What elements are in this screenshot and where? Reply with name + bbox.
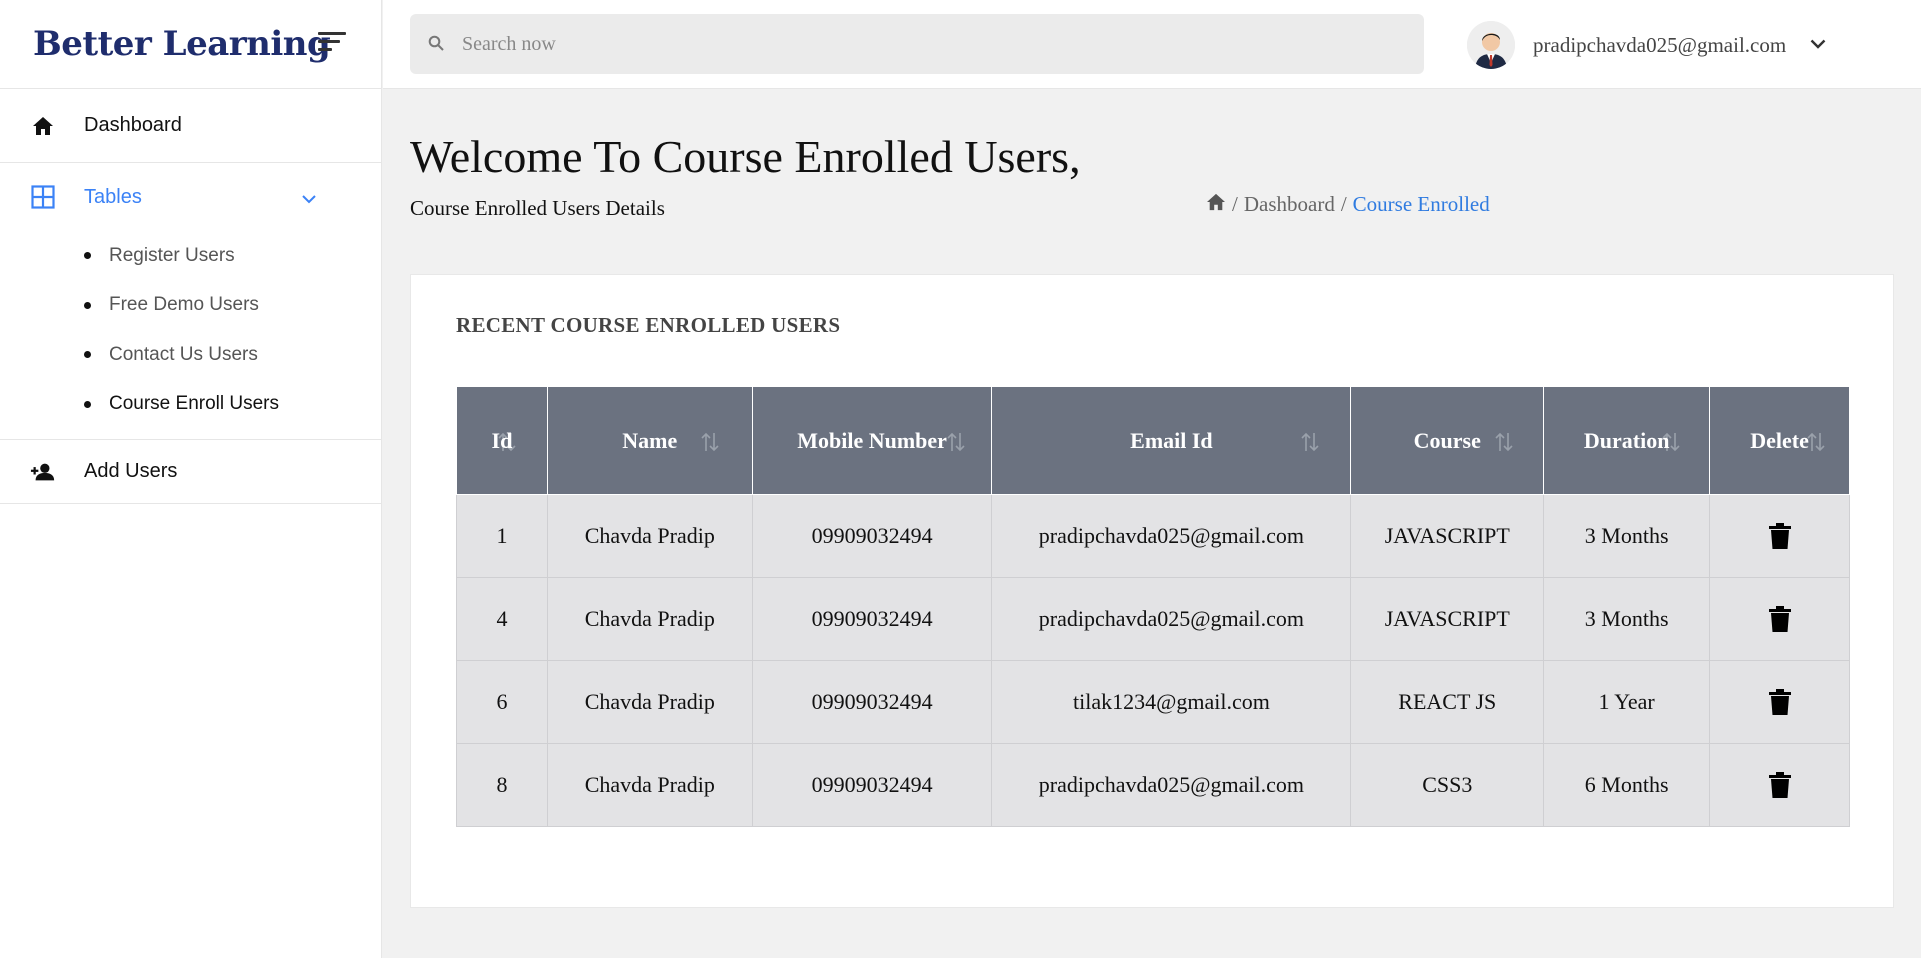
column-header-name[interactable]: Name xyxy=(546,386,753,495)
chevron-down-icon[interactable] xyxy=(302,187,316,210)
sort-icon[interactable] xyxy=(700,431,720,453)
cell-name: Chavda Pradip xyxy=(546,577,753,661)
sort-icon[interactable] xyxy=(1806,431,1826,453)
trash-icon[interactable] xyxy=(1768,771,1792,799)
cell-duration: 1 Year xyxy=(1543,660,1711,744)
table-row: 6 Chavda Pradip 09909032494 tilak1234@gm… xyxy=(456,660,1850,744)
cell-mobile: 09909032494 xyxy=(751,660,993,744)
cell-course: CSS3 xyxy=(1350,743,1545,827)
cell-duration: 3 Months xyxy=(1543,577,1711,661)
menu-toggle-icon[interactable] xyxy=(318,30,346,52)
sidebar-item-label: Free Demo Users xyxy=(109,294,259,316)
bullet-icon xyxy=(84,351,91,359)
sidebar-item-label: Dashboard xyxy=(84,114,182,136)
cell-id: 6 xyxy=(456,660,548,744)
trash-icon[interactable] xyxy=(1768,522,1792,550)
cell-delete xyxy=(1709,494,1850,578)
search-box[interactable] xyxy=(410,14,1424,74)
cell-mobile: 09909032494 xyxy=(751,494,993,578)
cell-course: JAVASCRIPT xyxy=(1350,494,1545,578)
sort-icon[interactable] xyxy=(946,431,966,453)
column-header-course[interactable]: Course xyxy=(1350,386,1545,495)
column-header-mobile[interactable]: Mobile Number xyxy=(751,386,993,495)
sidebar-item-tables[interactable]: Tables xyxy=(0,163,381,231)
breadcrumb-separator: / xyxy=(1340,192,1347,216)
column-header-duration[interactable]: Duration xyxy=(1543,386,1711,495)
cell-delete xyxy=(1709,577,1850,661)
cell-name: Chavda Pradip xyxy=(546,743,753,827)
cell-name: Chavda Pradip xyxy=(546,660,753,744)
sidebar-item-register-users[interactable]: Register Users xyxy=(0,231,381,281)
bullet-icon xyxy=(84,400,91,408)
cell-delete xyxy=(1709,660,1850,744)
table-row: 1 Chavda Pradip 09909032494 pradipchavda… xyxy=(456,494,1850,578)
sidebar: Better Learning Dashboard Tables Registe… xyxy=(0,0,382,958)
cell-id: 8 xyxy=(456,743,548,827)
bullet-icon xyxy=(84,301,91,309)
sidebar-item-add-users[interactable]: Add Users xyxy=(0,440,381,504)
sidebar-item-label: Tables xyxy=(84,185,142,208)
cell-course: JAVASCRIPT xyxy=(1350,577,1545,661)
search-input[interactable] xyxy=(460,31,1364,57)
grid-icon xyxy=(30,184,56,210)
enrolled-users-card: RECENT COURSE ENROLLED USERS Id Name Mob… xyxy=(410,274,1894,908)
sidebar-item-course-enroll-users[interactable]: Course Enroll Users xyxy=(0,380,381,430)
breadcrumb-separator: / xyxy=(1232,192,1238,216)
trash-icon[interactable] xyxy=(1768,688,1792,716)
cell-delete xyxy=(1709,743,1850,827)
cell-course: REACT JS xyxy=(1350,660,1545,744)
cell-duration: 3 Months xyxy=(1543,494,1711,578)
chevron-down-icon[interactable] xyxy=(1810,36,1826,54)
cell-email: pradipchavda025@gmail.com xyxy=(991,743,1352,827)
sidebar-item-contact-us-users[interactable]: Contact Us Users xyxy=(0,330,381,380)
card-title: RECENT COURSE ENROLLED USERS xyxy=(456,313,841,337)
column-header-delete[interactable]: Delete xyxy=(1709,386,1850,495)
enrolled-users-table: Id Name Mobile Number Email Id Course Du… xyxy=(456,386,1850,827)
sidebar-item-dashboard[interactable]: Dashboard xyxy=(0,89,381,163)
cell-email: pradipchavda025@gmail.com xyxy=(991,577,1352,661)
person-add-icon xyxy=(30,459,56,485)
trash-icon[interactable] xyxy=(1768,605,1792,633)
user-menu[interactable]: pradipchavda025@gmail.com xyxy=(1467,20,1826,70)
home-icon[interactable] xyxy=(1206,192,1226,217)
avatar[interactable] xyxy=(1467,21,1515,69)
cell-duration: 6 Months xyxy=(1543,743,1711,827)
search-icon xyxy=(428,35,446,53)
cell-email: tilak1234@gmail.com xyxy=(991,660,1352,744)
cell-mobile: 09909032494 xyxy=(751,743,993,827)
sidebar-item-label: Contact Us Users xyxy=(109,343,258,365)
cell-id: 4 xyxy=(456,577,548,661)
cell-name: Chavda Pradip xyxy=(546,494,753,578)
user-email[interactable]: pradipchavda025@gmail.com xyxy=(1533,33,1786,58)
sort-icon[interactable] xyxy=(1300,431,1320,453)
top-bar: pradipchavda025@gmail.com xyxy=(383,0,1921,89)
home-icon xyxy=(30,113,56,139)
bullet-icon xyxy=(84,252,91,260)
breadcrumb-current: Course Enrolled xyxy=(1352,192,1490,216)
breadcrumb-dashboard[interactable]: Dashboard xyxy=(1244,192,1335,217)
column-header-id[interactable]: Id xyxy=(456,386,548,495)
sidebar-item-label: Course Enroll Users xyxy=(109,393,279,415)
table-row: 4 Chavda Pradip 09909032494 pradipchavda… xyxy=(456,577,1850,661)
cell-id: 1 xyxy=(456,494,548,578)
cell-email: pradipchavda025@gmail.com xyxy=(991,494,1352,578)
sidebar-item-label: Add Users xyxy=(84,460,178,482)
page-title: Welcome To Course Enrolled Users, xyxy=(410,131,1081,182)
breadcrumb: / Dashboard / Course Enrolled xyxy=(1206,192,1490,217)
cell-mobile: 09909032494 xyxy=(751,577,993,661)
page-subtitle: Course Enrolled Users Details xyxy=(410,196,665,220)
table-header-row: Id Name Mobile Number Email Id Course Du… xyxy=(456,386,1850,495)
sort-icon[interactable] xyxy=(1494,431,1514,453)
sidebar-item-free-demo-users[interactable]: Free Demo Users xyxy=(0,281,381,331)
brand-logo[interactable]: Better Learning xyxy=(33,24,331,64)
tables-submenu: Register Users Free Demo Users Contact U… xyxy=(0,231,381,440)
sidebar-item-label: Register Users xyxy=(109,244,235,266)
table-row: 8 Chavda Pradip 09909032494 pradipchavda… xyxy=(456,743,1850,827)
column-header-email[interactable]: Email Id xyxy=(991,386,1352,495)
